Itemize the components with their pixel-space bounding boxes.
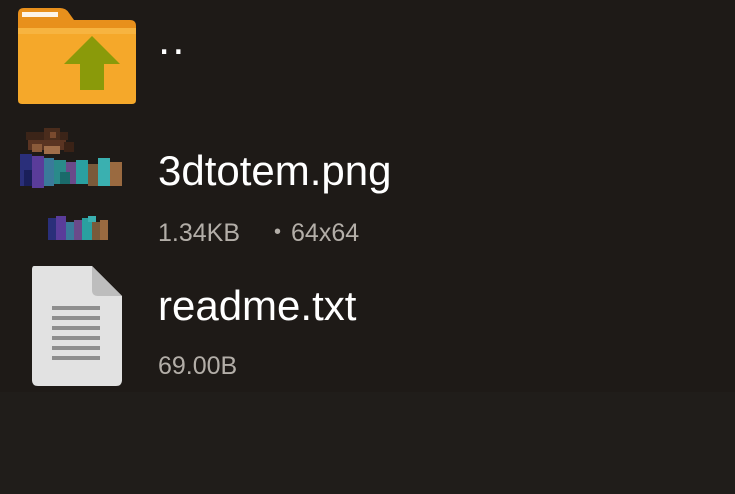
image-thumbnail <box>20 128 122 240</box>
empty-list-area <box>0 392 735 494</box>
image-dimensions: 64x64 <box>291 219 360 247</box>
file-name: .. <box>158 15 187 64</box>
file-list: .. 3dtotem.png 1.34KB • 64x64 readme.txt… <box>0 0 735 392</box>
file-details: 1.34KB • 64x64 <box>158 221 359 246</box>
file-size: 1.34KB <box>158 219 241 247</box>
separator-dot: • <box>274 221 282 243</box>
file-size: 69.00B <box>158 352 238 380</box>
file-name: readme.txt <box>158 282 357 329</box>
file-name: 3dtotem.png <box>158 147 392 194</box>
document-icon <box>32 266 122 386</box>
folder-up-icon <box>18 8 136 104</box>
